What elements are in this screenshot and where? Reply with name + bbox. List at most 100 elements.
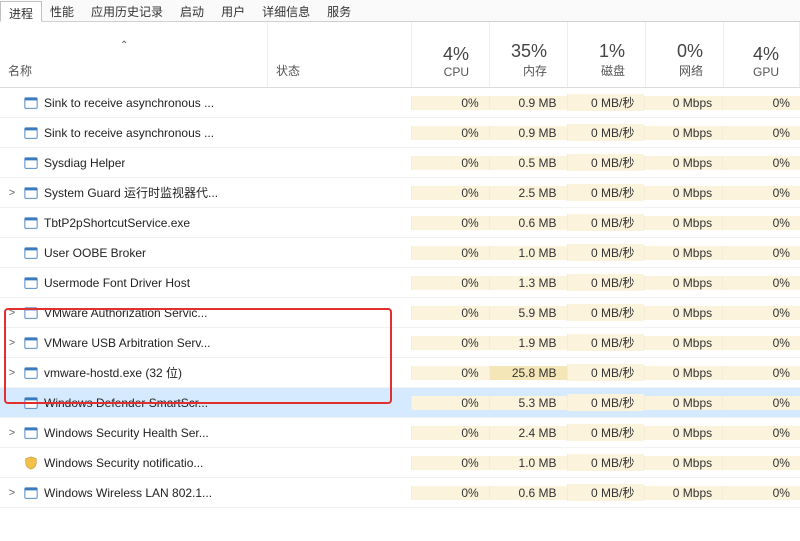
table-row[interactable]: >Windows Security Health Ser...0%2.4 MB0… xyxy=(0,418,800,448)
process-name-label: Windows Wireless LAN 802.1... xyxy=(44,486,212,500)
metric-gpu: 0% xyxy=(722,486,800,500)
metric-cpu: 0% xyxy=(411,186,489,200)
metric-cpu: 0% xyxy=(411,426,489,440)
column-header-status[interactable]: 状态 xyxy=(268,22,412,87)
column-header-内存[interactable]: 35%内存 xyxy=(490,22,568,87)
metric-net: 0 Mbps xyxy=(644,336,722,350)
metric-mem: 5.3 MB xyxy=(489,396,567,410)
expand-chevron-icon[interactable]: > xyxy=(4,367,20,379)
column-headers: ⌃ 名称 状态 4%CPU35%内存1%磁盘0%网络4%GPU xyxy=(0,22,800,88)
process-name-cell[interactable]: > Windows Wireless LAN 802.1... xyxy=(0,486,267,500)
process-name-label: TbtP2pShortcutService.exe xyxy=(44,216,190,230)
process-name-cell[interactable]: Sink to receive asynchronous ... xyxy=(0,96,267,110)
metric-cpu: 0% xyxy=(411,276,489,290)
column-header-name[interactable]: ⌃ 名称 xyxy=(0,22,268,87)
table-row[interactable]: User OOBE Broker0%1.0 MB0 MB/秒0 Mbps0% xyxy=(0,238,800,268)
metric-gpu: 0% xyxy=(722,426,800,440)
process-name-cell[interactable]: > Windows Security Health Ser... xyxy=(0,426,267,440)
metric-mem: 0.6 MB xyxy=(489,216,567,230)
metric-disk: 0 MB/秒 xyxy=(567,424,645,441)
table-row[interactable]: Sink to receive asynchronous ...0%0.9 MB… xyxy=(0,88,800,118)
tab-2[interactable]: 应用历史记录 xyxy=(83,0,172,21)
metric-cpu: 0% xyxy=(411,96,489,110)
expand-chevron-icon[interactable]: > xyxy=(4,307,20,319)
metric-disk: 0 MB/秒 xyxy=(567,184,645,201)
column-header-磁盘[interactable]: 1%磁盘 xyxy=(568,22,646,87)
metric-cpu: 0% xyxy=(411,396,489,410)
metric-gpu: 0% xyxy=(722,156,800,170)
table-row[interactable]: Usermode Font Driver Host0%1.3 MB0 MB/秒0… xyxy=(0,268,800,298)
process-name-cell[interactable]: User OOBE Broker xyxy=(0,246,267,260)
process-name-cell[interactable]: >VMware Authorization Servic... xyxy=(0,306,267,320)
metric-net: 0 Mbps xyxy=(644,156,722,170)
metric-mem: 2.5 MB xyxy=(489,186,567,200)
process-name-label: User OOBE Broker xyxy=(44,246,146,260)
column-header-网络[interactable]: 0%网络 xyxy=(646,22,724,87)
window-icon xyxy=(24,396,38,410)
table-row[interactable]: >VMware USB Arbitration Serv...0%1.9 MB0… xyxy=(0,328,800,358)
metric-gpu: 0% xyxy=(722,96,800,110)
expand-chevron-icon[interactable]: > xyxy=(4,427,20,439)
table-row[interactable]: TbtP2pShortcutService.exe0%0.6 MB0 MB/秒0… xyxy=(0,208,800,238)
expand-chevron-icon[interactable]: > xyxy=(4,487,20,499)
table-row[interactable]: >Windows Wireless LAN 802.1...0%0.6 MB0 … xyxy=(0,478,800,508)
table-row[interactable]: >VMware Authorization Servic...0%5.9 MB0… xyxy=(0,298,800,328)
tab-6[interactable]: 服务 xyxy=(319,0,360,21)
process-name-label: VMware USB Arbitration Serv... xyxy=(44,336,211,350)
process-name-label: Windows Security Health Ser... xyxy=(44,426,209,440)
window-icon xyxy=(24,366,38,380)
process-name-cell[interactable]: TbtP2pShortcutService.exe xyxy=(0,216,267,230)
metric-mem: 0.9 MB xyxy=(489,96,567,110)
process-name-cell[interactable]: Windows Defender SmartScr... xyxy=(0,396,267,410)
metric-mem: 0.9 MB xyxy=(489,126,567,140)
metric-cpu: 0% xyxy=(411,216,489,230)
table-row[interactable]: >System Guard 运行时监视器代...0%2.5 MB0 MB/秒0 … xyxy=(0,178,800,208)
process-name-cell[interactable]: Windows Security notificatio... xyxy=(0,456,267,470)
metric-disk: 0 MB/秒 xyxy=(567,364,645,381)
window-icon xyxy=(24,186,38,200)
metric-gpu: 0% xyxy=(722,336,800,350)
metric-net: 0 Mbps xyxy=(644,96,722,110)
shield-icon xyxy=(24,456,38,470)
column-header-CPU[interactable]: 4%CPU xyxy=(412,22,490,87)
metric-disk: 0 MB/秒 xyxy=(567,304,645,321)
process-name-cell[interactable]: Sink to receive asynchronous ... xyxy=(0,126,267,140)
process-name-cell[interactable]: > vmware-hostd.exe (32 位) xyxy=(0,364,267,381)
metric-mem: 0.5 MB xyxy=(489,156,567,170)
process-name-label: Windows Security notificatio... xyxy=(44,456,203,470)
metric-cpu: 0% xyxy=(411,486,489,500)
metric-mem: 1.0 MB xyxy=(489,456,567,470)
expand-chevron-icon[interactable]: > xyxy=(4,337,20,349)
process-name-label: vmware-hostd.exe (32 位) xyxy=(44,364,182,381)
tab-4[interactable]: 用户 xyxy=(213,0,254,21)
process-name-label: Sink to receive asynchronous ... xyxy=(44,96,214,110)
tab-0[interactable]: 进程 xyxy=(0,1,42,22)
window-icon xyxy=(24,246,38,260)
table-row[interactable]: Windows Security notificatio...0%1.0 MB0… xyxy=(0,448,800,478)
metric-cpu: 0% xyxy=(411,126,489,140)
table-row[interactable]: Sink to receive asynchronous ... 0%0.9 MB… xyxy=(0,118,800,148)
process-list: Sink to receive asynchronous ...0%0.9 MB… xyxy=(0,88,800,508)
process-name-cell[interactable]: > System Guard 运行时监视器代... xyxy=(0,184,267,201)
table-row[interactable]: >vmware-hostd.exe (32 位)0%25.8 MB0 MB/秒0… xyxy=(0,358,800,388)
process-name-cell[interactable]: > VMware USB Arbitration Serv... xyxy=(0,336,267,350)
process-name-cell[interactable]: Sysdiag Helper xyxy=(0,156,267,170)
tab-1[interactable]: 性能 xyxy=(42,0,83,21)
metric-mem: 25.8 MB xyxy=(489,366,567,380)
table-row[interactable]: Windows Defender SmartScr...0%5.3 MB0 MB… xyxy=(0,388,800,418)
window-icon xyxy=(24,426,38,440)
tab-5[interactable]: 详细信息 xyxy=(254,0,319,21)
expand-chevron-icon[interactable]: > xyxy=(4,187,20,199)
metric-mem: 0.6 MB xyxy=(489,486,567,500)
table-row[interactable]: Sysdiag Helper0%0.5 MB0 MB/秒0 Mbps0% xyxy=(0,148,800,178)
metric-net: 0 Mbps xyxy=(644,306,722,320)
window-icon xyxy=(24,276,38,290)
process-name-label: Usermode Font Driver Host xyxy=(44,276,190,290)
column-header-GPU[interactable]: 4%GPU xyxy=(724,22,800,87)
metric-mem: 1.3 MB xyxy=(489,276,567,290)
tab-3[interactable]: 启动 xyxy=(172,0,213,21)
metric-disk: 0 MB/秒 xyxy=(567,334,645,351)
process-name-label: System Guard 运行时监视器代... xyxy=(44,184,218,201)
metric-disk: 0 MB/秒 xyxy=(567,154,645,171)
process-name-cell[interactable]: Usermode Font Driver Host xyxy=(0,276,267,290)
